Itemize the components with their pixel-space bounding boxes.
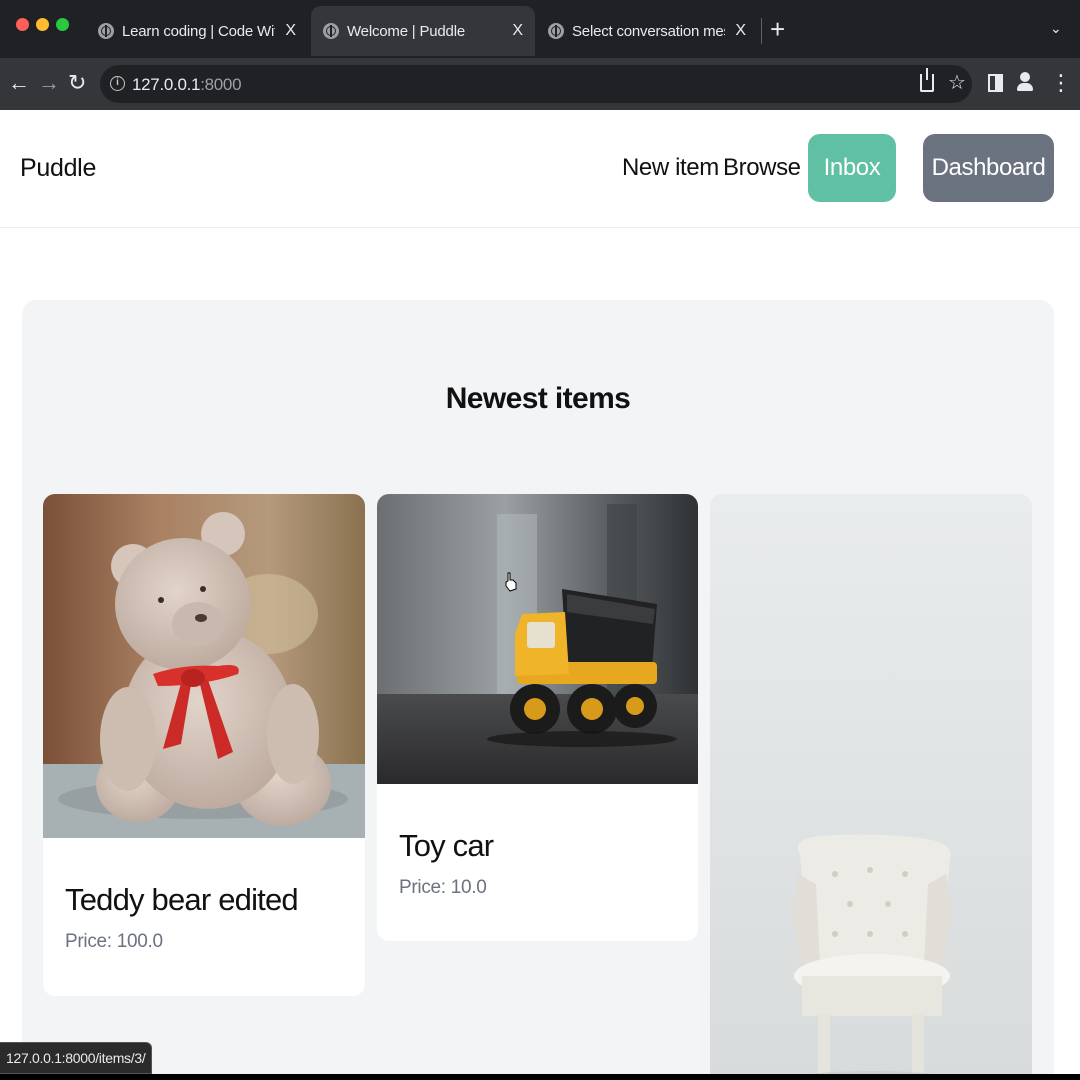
item-card-teddy-bear[interactable]: Teddy bear edited Price: 100.0 — [43, 494, 365, 996]
tab-close-button[interactable]: X — [285, 22, 296, 40]
side-panel-icon[interactable] — [988, 74, 1003, 92]
browser-menu-icon[interactable]: ⋮ — [1050, 70, 1072, 96]
toy-car-image[interactable] — [377, 494, 698, 784]
browser-tab-welcome-puddle[interactable]: Welcome | Puddle X — [311, 6, 535, 56]
item-price: Price: 10.0 — [399, 877, 487, 898]
link-status-bubble: 127.0.0.1:8000/items/3/ — [0, 1042, 153, 1074]
maximize-window-button[interactable] — [56, 18, 69, 31]
site-info-icon[interactable]: i — [110, 76, 125, 91]
site-brand-link[interactable]: Puddle — [20, 154, 96, 183]
newest-items-section: Newest items Teddy bear edited Price: 10… — [22, 300, 1054, 1074]
browser-tab-select-conversation[interactable]: Select conversation message f X — [536, 6, 758, 56]
globe-icon — [98, 23, 114, 39]
reload-icon[interactable]: ↻ — [68, 70, 86, 96]
tab-search-chevron-icon[interactable]: ⌄ — [1050, 20, 1062, 37]
nav-new-item-link[interactable]: New item — [622, 154, 719, 182]
back-arrow-icon[interactable]: ← — [8, 70, 30, 96]
minimize-window-button[interactable] — [36, 18, 49, 31]
dashboard-button[interactable]: Dashboard — [923, 134, 1054, 202]
teddy-bear-image[interactable] — [43, 494, 365, 838]
tab-title: Welcome | Puddle — [347, 22, 465, 40]
tab-title: Learn coding | Code With Stein — [122, 22, 275, 40]
globe-icon — [323, 23, 339, 39]
browser-tab-learn-coding[interactable]: Learn coding | Code With Stein X — [86, 6, 308, 56]
section-title: Newest items — [445, 382, 631, 415]
item-card-toy-car[interactable]: Toy car Price: 10.0 — [377, 494, 698, 941]
page-viewport: Puddle New item Browse Inbox Dashboard N… — [0, 110, 1080, 1074]
item-card-chair[interactable] — [710, 494, 1032, 1074]
item-price: Price: 100.0 — [65, 931, 163, 952]
share-icon[interactable] — [920, 68, 934, 92]
tab-title: Select conversation message f — [572, 22, 725, 40]
inbox-button[interactable]: Inbox — [808, 134, 896, 202]
forward-arrow-icon[interactable]: → — [38, 70, 60, 96]
item-name[interactable]: Teddy bear edited — [65, 882, 299, 918]
new-tab-button[interactable]: + — [770, 14, 785, 44]
globe-icon — [548, 23, 564, 39]
site-navbar: Puddle New item Browse Inbox Dashboard — [0, 110, 1080, 228]
url-host: 127.0.0.1 — [132, 75, 201, 94]
browser-tab-strip: Learn coding | Code With Stein X Welcome… — [0, 0, 1080, 58]
address-bar[interactable]: i 127.0.0.1:8000 ☆ — [100, 65, 972, 103]
profile-icon[interactable] — [1016, 72, 1034, 92]
chair-image[interactable] — [710, 494, 1032, 1074]
tab-separator — [761, 18, 762, 44]
tab-close-button[interactable]: X — [735, 22, 746, 40]
bookmark-star-icon[interactable]: ☆ — [948, 70, 966, 95]
mouse-cursor-icon — [505, 572, 517, 592]
browser-toolbar: ← → ↻ i 127.0.0.1:8000 ☆ ⋮ — [0, 58, 1080, 110]
url-port: :8000 — [200, 75, 242, 94]
close-window-button[interactable] — [16, 18, 29, 31]
item-name[interactable]: Toy car — [399, 828, 494, 864]
url-text[interactable]: 127.0.0.1:8000 — [132, 75, 242, 95]
nav-browse-link[interactable]: Browse — [723, 154, 801, 182]
tab-close-button[interactable]: X — [512, 22, 523, 40]
